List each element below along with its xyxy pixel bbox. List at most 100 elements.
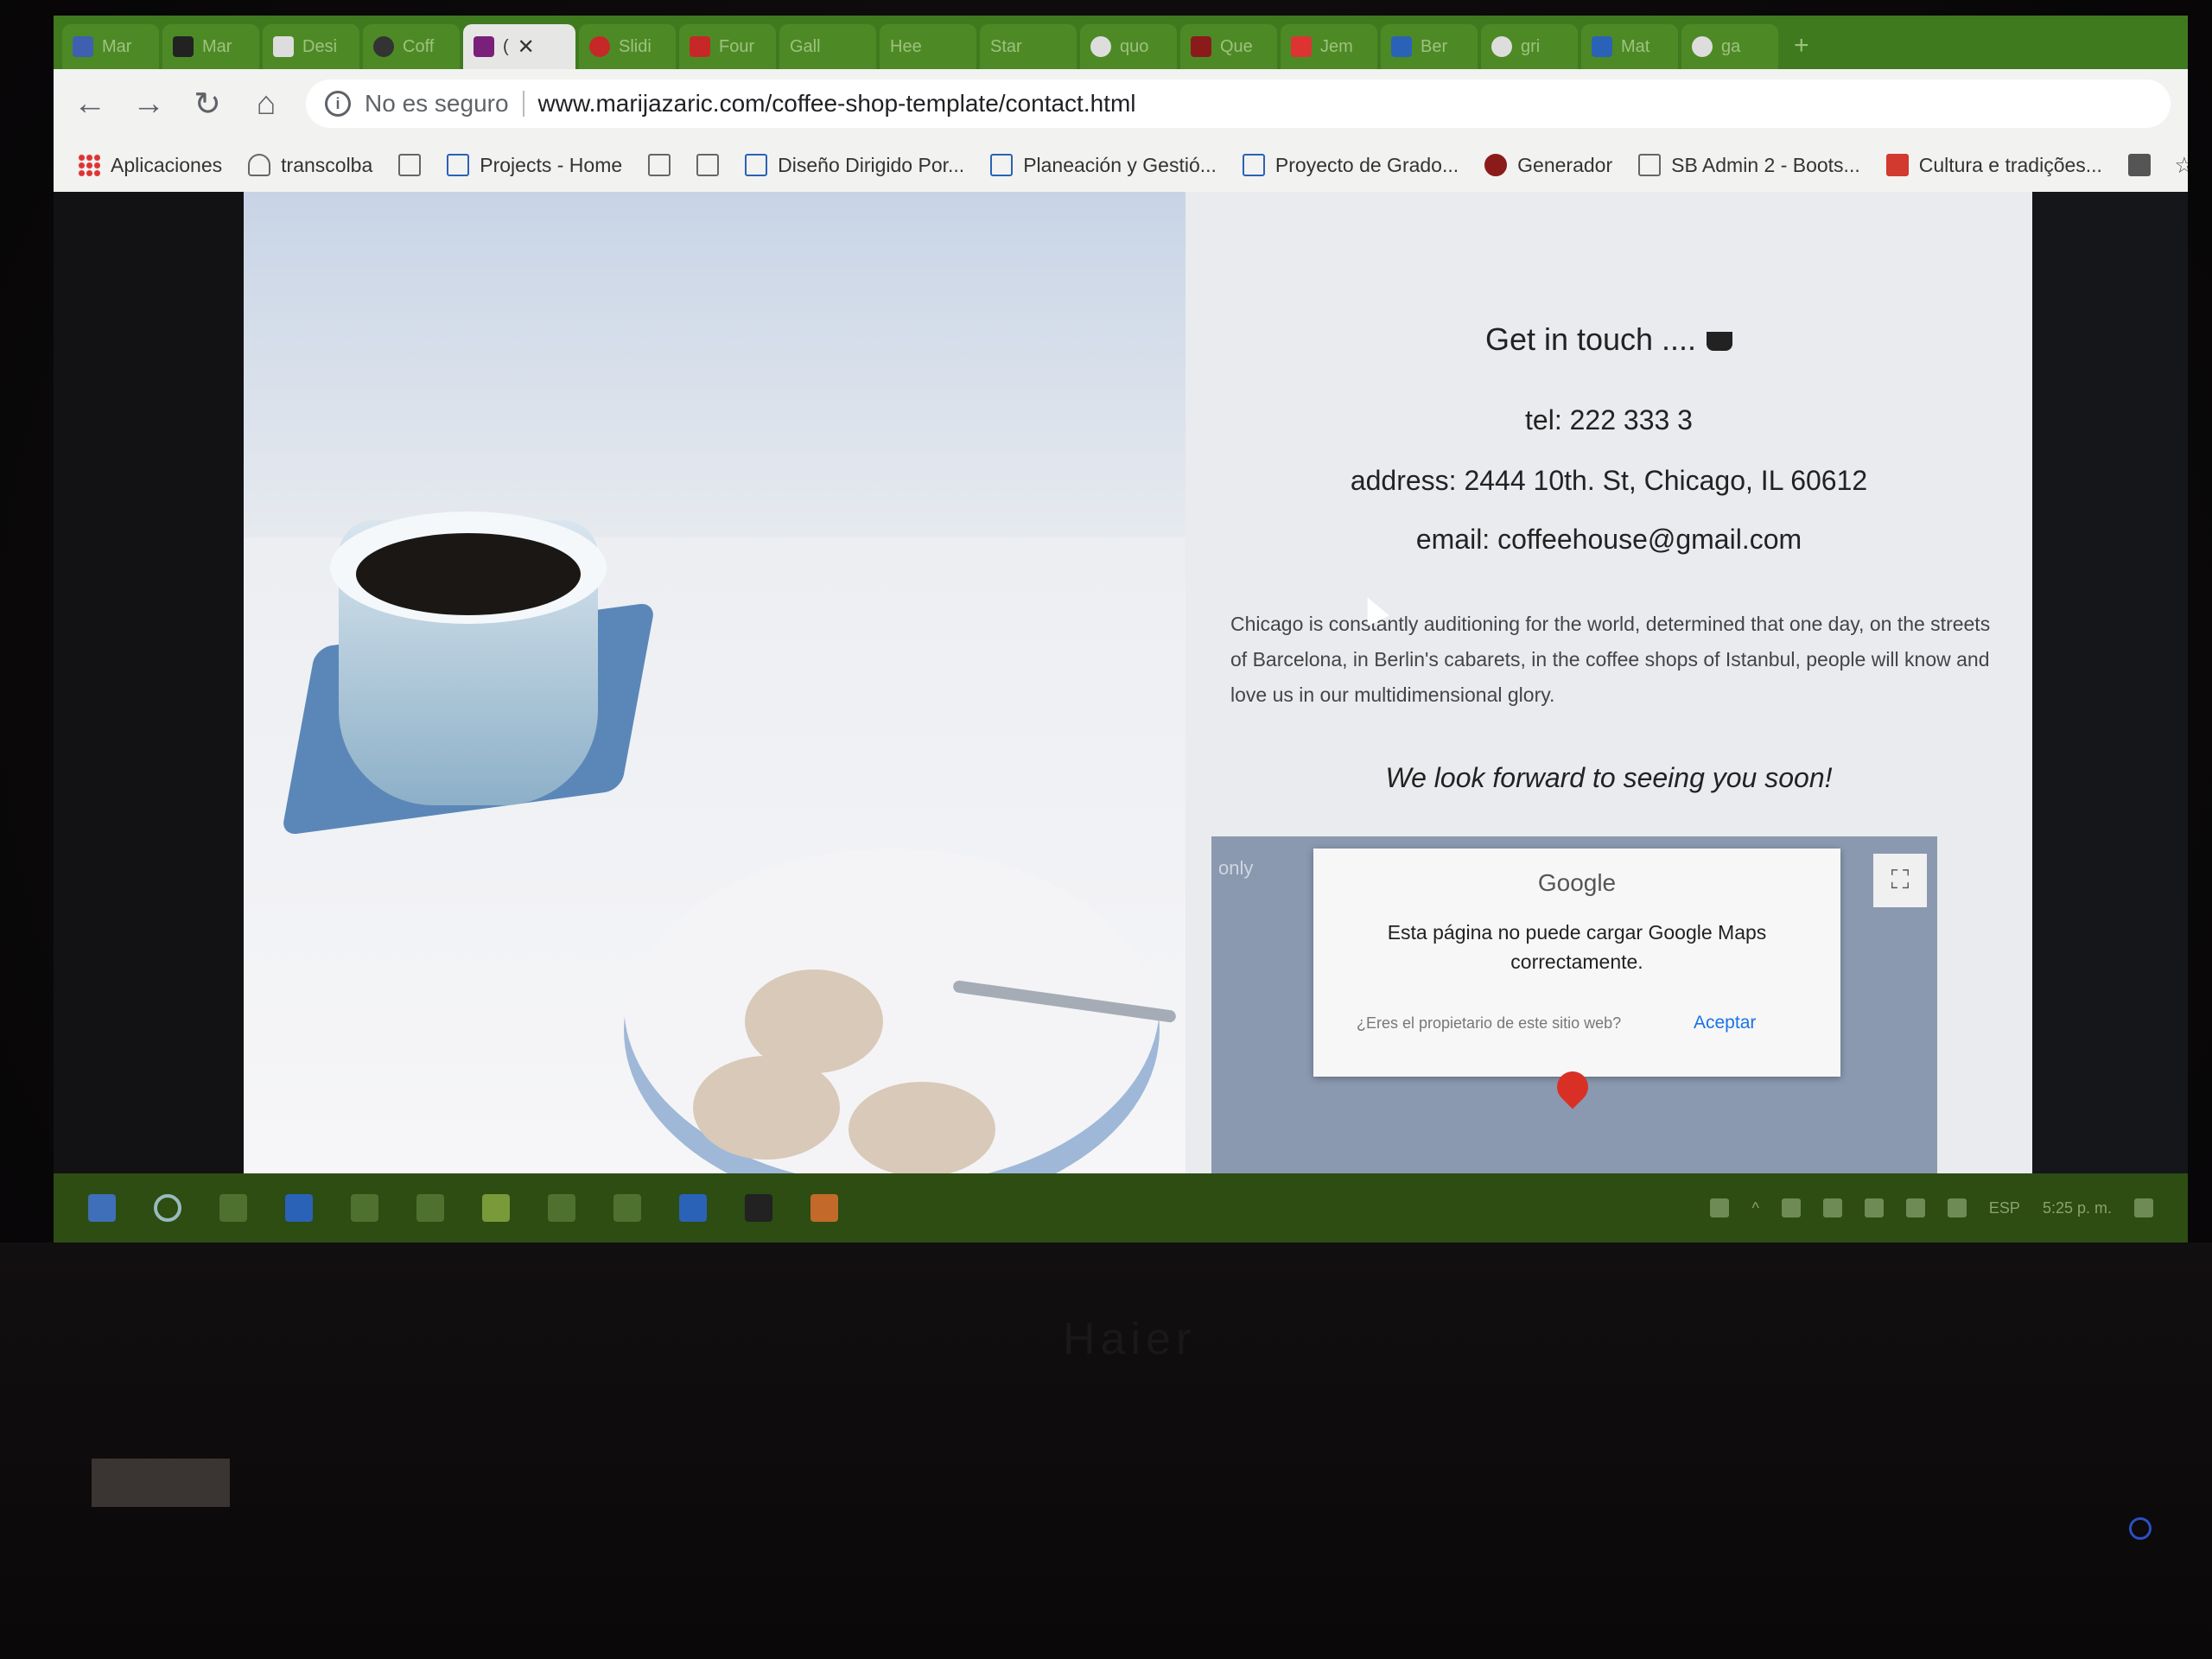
- map-embed[interactable]: only Google Esta página no puede cargar …: [1211, 836, 1937, 1173]
- coffee: [356, 533, 581, 615]
- tab[interactable]: Gall: [779, 24, 876, 69]
- fullscreen-button[interactable]: ⛶: [1873, 854, 1927, 907]
- tab[interactable]: Mar: [162, 24, 259, 69]
- tab[interactable]: Slidi: [579, 24, 676, 69]
- tab[interactable]: Coff: [363, 24, 460, 69]
- notification-icon[interactable]: [2134, 1198, 2153, 1217]
- translate-icon[interactable]: [2127, 154, 2151, 176]
- bookmark-item[interactable]: Generador: [1484, 154, 1612, 177]
- tab-strip: Mar Mar Desi Coff (✕ Slidi Four Gall Hee…: [54, 16, 2188, 69]
- cortana-icon[interactable]: [154, 1194, 181, 1222]
- google-logo: Google: [1537, 869, 1617, 896]
- map-corner-label: only: [1218, 857, 1254, 879]
- system-tray: ^ ESP 5:25 p. m.: [1710, 1198, 2153, 1217]
- tab[interactable]: Que: [1180, 24, 1277, 69]
- screen: Mar Mar Desi Coff (✕ Slidi Four Gall Hee…: [54, 16, 2188, 1243]
- ice-cream-scoop: [693, 1056, 840, 1160]
- bookmark-item[interactable]: Diseño Dirigido Por...: [745, 154, 964, 177]
- generator-icon: [1484, 154, 1508, 176]
- tab[interactable]: Star: [980, 24, 1077, 69]
- tab[interactable]: quo: [1080, 24, 1177, 69]
- forward-button[interactable]: →: [130, 86, 168, 123]
- tab-favicon-icon: [690, 36, 710, 57]
- mail-icon[interactable]: [416, 1194, 444, 1222]
- tab[interactable]: Ber: [1381, 24, 1478, 69]
- google-icon: [1692, 36, 1713, 57]
- bookmark-item[interactable]: Planeación y Gestió...: [990, 154, 1217, 177]
- google-icon: [1090, 36, 1111, 57]
- tab[interactable]: Desi: [263, 24, 359, 69]
- coffee-cup-icon: [1707, 332, 1733, 352]
- taskbar: ^ ESP 5:25 p. m.: [54, 1173, 2188, 1243]
- tab[interactable]: Mat: [1581, 24, 1678, 69]
- address-bar[interactable]: i No es seguro www.marijazaric.com/coffe…: [306, 79, 2171, 128]
- tab[interactable]: Jem: [1281, 24, 1377, 69]
- close-icon[interactable]: ✕: [518, 35, 535, 60]
- tab-active[interactable]: (✕: [463, 24, 575, 69]
- bookmark-item[interactable]: SB Admin 2 - Boots...: [1638, 154, 1860, 177]
- bookmark-item[interactable]: Cultura e tradições...: [1885, 154, 2102, 177]
- chrome-icon[interactable]: [482, 1194, 510, 1222]
- info-icon[interactable]: i: [325, 91, 351, 117]
- tab[interactable]: Hee: [880, 24, 976, 69]
- clock[interactable]: 5:25 p. m.: [2043, 1199, 2112, 1217]
- tab-label: Slidi: [619, 36, 652, 56]
- tab-favicon-icon: [1592, 36, 1612, 57]
- volume-icon[interactable]: [1781, 1198, 1801, 1217]
- language-indicator[interactable]: ESP: [1989, 1199, 2020, 1217]
- battery-icon[interactable]: [1905, 1198, 1925, 1217]
- tab[interactable]: gri: [1481, 24, 1578, 69]
- vsts-icon: [447, 154, 470, 176]
- tab-label: gri: [1521, 36, 1541, 56]
- bookmark-apps[interactable]: Aplicaciones: [78, 154, 222, 177]
- people-icon[interactable]: [1710, 1198, 1730, 1217]
- bookmark-item[interactable]: [696, 154, 720, 176]
- tab-label: Que: [1220, 36, 1253, 56]
- network-icon[interactable]: [1822, 1198, 1842, 1217]
- accept-button[interactable]: Aceptar: [1694, 1013, 1756, 1033]
- tab-label: Gall: [790, 36, 821, 56]
- security-label[interactable]: No es seguro: [365, 90, 509, 118]
- tab-label: quo: [1120, 36, 1149, 56]
- store-icon[interactable]: [351, 1194, 378, 1222]
- tab[interactable]: ga: [1681, 24, 1778, 69]
- url-text[interactable]: www.marijazaric.com/coffee-shop-template…: [538, 90, 1136, 118]
- file-explorer-icon[interactable]: [548, 1194, 575, 1222]
- page-icon: [398, 154, 422, 176]
- tab[interactable]: Four: [679, 24, 776, 69]
- tab-favicon-icon: [474, 36, 494, 57]
- bookmark-item[interactable]: [398, 154, 422, 176]
- web-page: Get in touch .... tel: 222 333 3 address…: [54, 192, 2188, 1243]
- edge-icon[interactable]: [285, 1194, 313, 1222]
- wifi-icon[interactable]: [1864, 1198, 1884, 1217]
- divider: [522, 91, 524, 117]
- windows-start-icon[interactable]: [88, 1194, 116, 1222]
- sublime-icon[interactable]: [810, 1194, 838, 1222]
- tab[interactable]: Mar: [62, 24, 159, 69]
- page-title-text: Get in touch ....: [1484, 321, 1697, 357]
- tab-label: ga: [1721, 36, 1741, 56]
- new-tab-button[interactable]: +: [1782, 31, 1821, 69]
- app-icon[interactable]: [613, 1194, 641, 1222]
- home-button[interactable]: ⌂: [247, 86, 285, 123]
- chevron-up-icon[interactable]: ^: [1751, 1199, 1758, 1217]
- bookmark-item[interactable]: Proyecto de Grado...: [1242, 154, 1459, 177]
- laptop-hinge-tab: [92, 1459, 230, 1507]
- ice-cream-scoop: [849, 1082, 995, 1173]
- terminal-icon[interactable]: [745, 1194, 772, 1222]
- bookmark-favicon-icon: [1885, 154, 1909, 176]
- bookmark-item[interactable]: transcolba: [248, 154, 372, 177]
- reload-button[interactable]: ↻: [188, 85, 226, 124]
- word-icon[interactable]: [679, 1194, 707, 1222]
- star-icon[interactable]: ☆: [2173, 154, 2188, 176]
- tab-favicon-icon: [273, 36, 294, 57]
- keyboard-icon[interactable]: [1947, 1198, 1967, 1217]
- bookmark-item[interactable]: [648, 154, 671, 176]
- contact-tel: tel: 222 333 3: [1525, 404, 1693, 435]
- owner-question-link[interactable]: ¿Eres el propietario de este sitio web?: [1357, 1014, 1621, 1033]
- task-view-icon[interactable]: [219, 1194, 247, 1222]
- power-icon[interactable]: [2129, 1517, 2152, 1540]
- tab-favicon-icon: [373, 36, 394, 57]
- bookmark-item[interactable]: Projects - Home: [447, 154, 622, 177]
- back-button[interactable]: ←: [71, 86, 109, 123]
